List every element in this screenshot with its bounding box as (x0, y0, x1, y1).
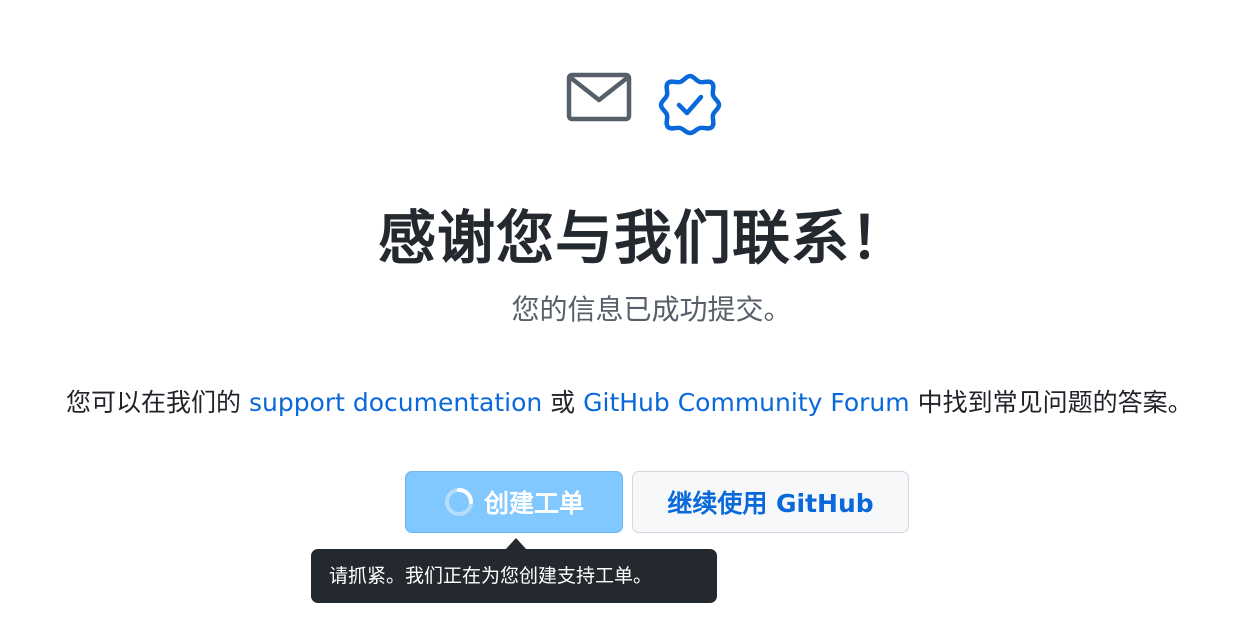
verified-badge-icon (658, 72, 722, 136)
help-text-suffix: 中找到常见问题的答案。 (909, 388, 1193, 417)
continue-github-button[interactable]: 继续使用 GitHub (632, 471, 909, 533)
create-ticket-label: 创建工单 (483, 489, 584, 518)
loading-spinner-icon (444, 488, 473, 516)
page-title: 感谢您与我们联系！ (377, 204, 909, 272)
help-text: 您可以在我们的 support documentation 或 GitHub C… (66, 385, 1257, 421)
page-subtitle: 您的信息已成功提交。 (511, 293, 792, 326)
mail-icon (566, 72, 632, 136)
help-text-middle: 或 (542, 388, 584, 417)
header-icons (0, 72, 1257, 136)
help-text-prefix: 您可以在我们的 (66, 388, 249, 417)
support-documentation-link[interactable]: support documentation (249, 388, 542, 417)
create-ticket-button[interactable]: 创建工单 (405, 471, 623, 533)
loading-tooltip: 请抓紧。我们正在为您创建支持工单。 (311, 549, 717, 603)
continue-github-label: 继续使用 GitHub (667, 489, 874, 518)
community-forum-link[interactable]: GitHub Community Forum (583, 388, 909, 417)
